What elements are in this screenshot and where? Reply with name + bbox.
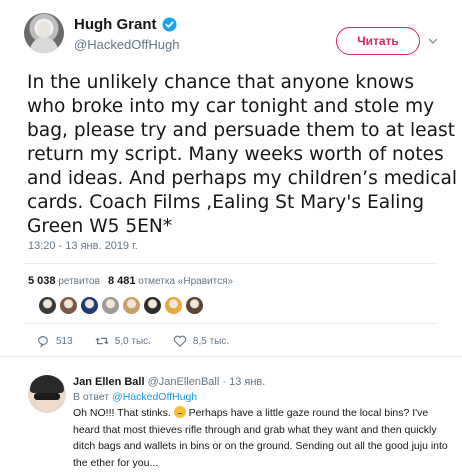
reply-icon bbox=[38, 336, 48, 348]
reply-header: Jan Ellen Ball @JanEllenBall · 13 янв. bbox=[73, 376, 265, 388]
tweet-stats: 5 038 ретвитов 8 481 отметка «Нравится» bbox=[28, 275, 233, 287]
reply-author-name[interactable]: Jan Ellen Ball bbox=[73, 376, 145, 388]
tweet-actions: 513 5,0 тыс. 8,5 тыс. bbox=[36, 334, 251, 348]
reply-text-part-1: Oh NO!!! That stinks. bbox=[73, 407, 174, 419]
like-stat[interactable]: 8 481 отметка «Нравится» bbox=[108, 275, 233, 287]
like-button[interactable]: 8,5 тыс. bbox=[173, 334, 229, 348]
like-action-count: 8,5 тыс. bbox=[192, 335, 230, 347]
divider bbox=[24, 323, 438, 324]
reply-text: Oh NO!!! That stinks. Perhaps have a lit… bbox=[73, 405, 458, 471]
reply-to-mention[interactable]: @HackedOffHugh bbox=[112, 391, 197, 403]
divider bbox=[0, 356, 462, 357]
liker-avatar[interactable] bbox=[38, 296, 57, 315]
verified-badge-icon bbox=[161, 17, 177, 32]
tweet-text: In the unlikely chance that anyone knows… bbox=[27, 72, 457, 237]
tweet-timestamp[interactable]: 13:20 - 13 янв. 2019 г. bbox=[28, 240, 138, 252]
avatar[interactable] bbox=[24, 13, 64, 53]
heart-icon bbox=[173, 335, 187, 348]
liker-avatar[interactable] bbox=[59, 296, 78, 315]
follow-button[interactable]: Читать bbox=[336, 27, 420, 55]
retweet-count: 5 038 bbox=[28, 275, 56, 287]
reply-author-handle[interactable]: @JanEllenBall bbox=[148, 376, 220, 388]
liker-avatar[interactable] bbox=[164, 296, 183, 315]
liker-avatar[interactable] bbox=[143, 296, 162, 315]
likers-avatars bbox=[38, 296, 204, 315]
retweet-icon bbox=[95, 337, 109, 345]
reply-avatar[interactable] bbox=[28, 375, 66, 413]
like-count: 8 481 bbox=[107, 275, 136, 287]
reply-to-line: В ответ @HackedOffHugh bbox=[73, 391, 197, 403]
liker-avatar[interactable] bbox=[122, 296, 141, 315]
author-handle[interactable]: @HackedOffHugh bbox=[74, 37, 179, 52]
retweet-stat[interactable]: 5 038 ретвитов bbox=[28, 275, 100, 287]
reply-button[interactable]: 513 bbox=[36, 334, 73, 348]
liker-avatar[interactable] bbox=[80, 296, 99, 315]
author-display-name[interactable]: Hugh Grant bbox=[74, 16, 157, 33]
reply-count: 513 bbox=[56, 335, 73, 347]
like-stat-label: отметка «Нравится» bbox=[138, 276, 234, 287]
disappointed-face-emoji-icon bbox=[173, 406, 186, 418]
retweet-stat-label: ретвитов bbox=[58, 276, 100, 287]
chevron-down-icon[interactable] bbox=[427, 34, 439, 46]
liker-avatar[interactable] bbox=[101, 296, 120, 315]
retweet-action-count: 5,0 тыс. bbox=[114, 335, 151, 347]
author-name-row: Hugh Grant bbox=[74, 16, 177, 33]
liker-avatar[interactable] bbox=[185, 296, 204, 315]
reply-to-prefix: В ответ bbox=[73, 391, 110, 403]
divider bbox=[24, 263, 438, 264]
retweet-button[interactable]: 5,0 тыс. bbox=[95, 334, 151, 348]
reply-time[interactable]: · 13 янв. bbox=[222, 376, 265, 388]
